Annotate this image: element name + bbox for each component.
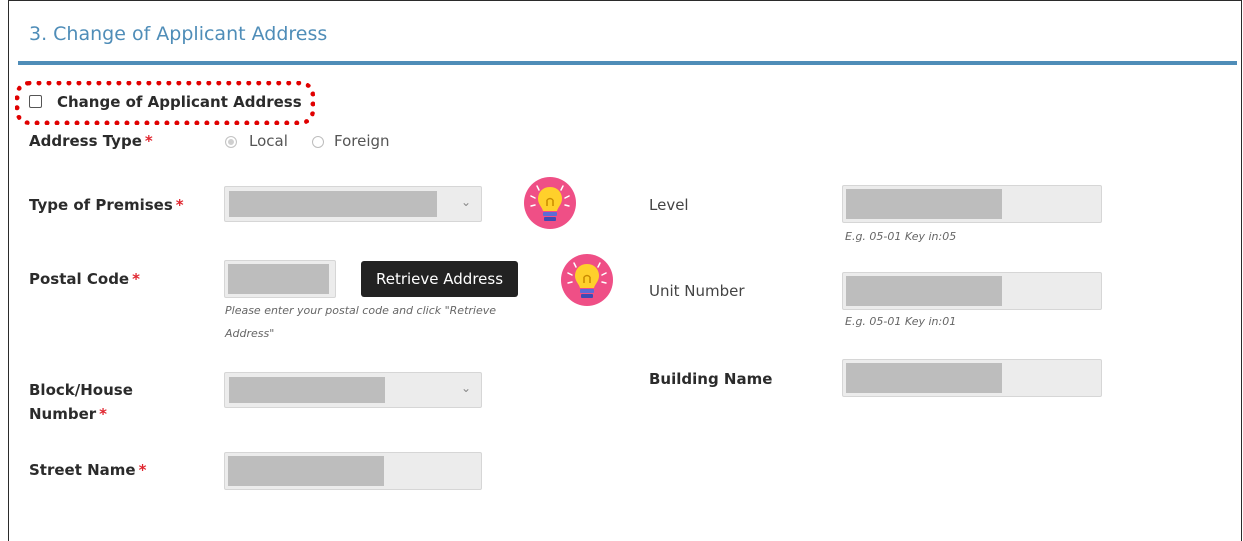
type-of-premises-label-text: Type of Premises [29, 196, 173, 214]
type-of-premises-label: Type of Premises * [29, 193, 184, 217]
change-address-checkbox-label[interactable]: Change of Applicant Address [57, 93, 302, 111]
level-hint: E.g. 05-01 Key in:05 [845, 230, 957, 243]
level-input[interactable] [842, 185, 1102, 223]
required-mark: * [99, 405, 108, 423]
required-mark: * [138, 461, 147, 479]
input-value-placeholder [846, 363, 1002, 393]
postal-code-label: Postal Code * [29, 267, 140, 291]
block-house-number-label: Block/House Number * [29, 378, 133, 426]
postal-code-hint-line1: Please enter your postal code and click … [225, 304, 497, 317]
address-type-label: Address Type * [29, 129, 153, 153]
street-name-label-text: Street Name [29, 461, 136, 479]
change-address-checkbox[interactable] [29, 95, 42, 108]
lightbulb-icon[interactable] [560, 253, 614, 307]
unit-number-input[interactable] [842, 272, 1102, 310]
section-divider [18, 61, 1237, 65]
chevron-down-icon: ⌄ [460, 381, 471, 395]
radio-foreign[interactable] [312, 136, 324, 148]
radio-foreign-label[interactable]: Foreign [334, 132, 390, 150]
block-house-number-select[interactable]: ⌄ [224, 372, 482, 408]
unit-number-label: Unit Number [649, 282, 745, 300]
required-mark: * [144, 132, 153, 150]
required-mark: * [132, 270, 140, 288]
lightbulb-icon[interactable] [523, 176, 577, 230]
level-label: Level [649, 196, 689, 214]
input-value-placeholder [228, 264, 329, 294]
input-value-placeholder [846, 276, 1002, 306]
radio-local-label[interactable]: Local [249, 132, 288, 150]
street-name-input[interactable] [224, 452, 482, 490]
input-value-placeholder [228, 456, 384, 486]
postal-code-input[interactable] [224, 260, 336, 298]
section-title: 3. Change of Applicant Address [29, 23, 328, 45]
input-value-placeholder [846, 189, 1002, 219]
select-value-placeholder [229, 191, 437, 217]
street-name-label: Street Name * [29, 458, 146, 482]
block-house-number-label-line2: Number [29, 405, 97, 423]
block-house-number-label-line1: Block/House [29, 381, 133, 399]
address-type-label-text: Address Type [29, 132, 142, 150]
select-value-placeholder [229, 377, 385, 403]
postal-code-label-text: Postal Code [29, 270, 130, 288]
unit-number-hint: E.g. 05-01 Key in:01 [845, 315, 957, 328]
retrieve-address-button[interactable]: Retrieve Address [361, 261, 518, 297]
building-name-label: Building Name [649, 370, 773, 388]
postal-code-hint-line2: Address" [225, 327, 275, 340]
required-mark: * [175, 196, 184, 214]
chevron-down-icon: ⌄ [460, 195, 471, 209]
type-of-premises-select[interactable]: ⌄ [224, 186, 482, 222]
radio-local[interactable] [225, 136, 237, 148]
building-name-input[interactable] [842, 359, 1102, 397]
